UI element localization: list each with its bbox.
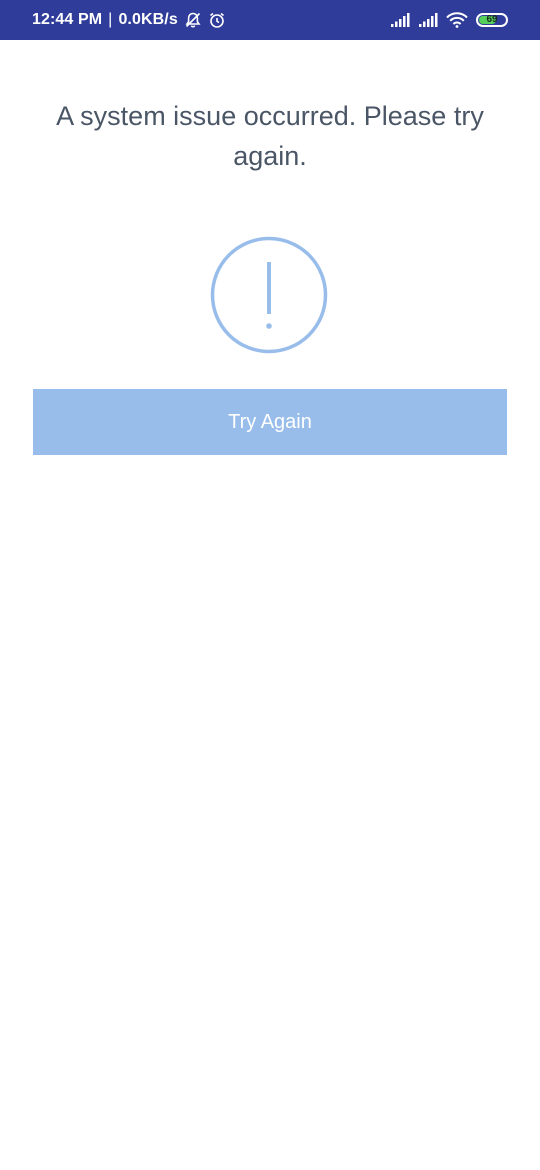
exclamation-circle-icon [210,236,328,354]
alarm-icon [208,11,226,29]
signal-icon [390,12,410,28]
bell-muted-icon [184,11,202,29]
battery-level: 69 [486,14,498,25]
try-again-button[interactable]: Try Again [33,389,507,455]
status-left: 12:44 PM | 0.0KB/s [32,11,226,29]
error-screen: A system issue occurred. Please try agai… [0,40,540,1170]
status-right: 69 [390,12,508,28]
error-message: A system issue occurred. Please try agai… [56,101,484,171]
signal-icon-2 [418,12,438,28]
status-separator: | [108,11,113,28]
status-time: 12:44 PM [32,11,103,28]
network-speed: 0.0KB/s [118,11,178,28]
battery-icon: 69 [476,13,508,27]
wifi-icon [446,12,468,28]
status-bar: 12:44 PM | 0.0KB/s 69 [0,0,540,40]
